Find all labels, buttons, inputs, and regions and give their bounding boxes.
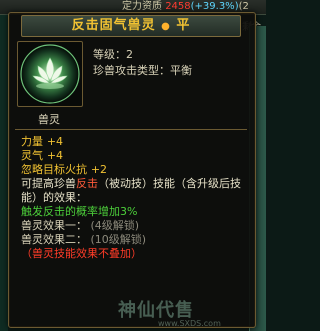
spirit-effect-2: 兽灵效果二： (10级解锁): [21, 233, 249, 247]
stat-bonus: (+39.3%): [190, 1, 239, 12]
effect2-label: 兽灵效果二：: [21, 233, 87, 246]
trigger-effect: 触发反击的概率增加3%: [21, 205, 138, 218]
level-text: 等级：2: [93, 48, 133, 61]
effect1-label: 兽灵效果一：: [21, 219, 87, 232]
pet-spirit-tooltip: 反击固气兽灵 ● 平 等级：2 珍兽攻击类型：平衡 兽灵 力量 +4 灵气 +4…: [8, 12, 256, 328]
stat-label: 定力资质: [122, 1, 162, 12]
stat-strength-label: 力量: [21, 135, 43, 148]
pet-info: 等级：2 珍兽攻击类型：平衡: [93, 47, 243, 79]
divider: [15, 129, 247, 130]
stat-spirit-value: +4: [46, 149, 64, 162]
skill-description: 可提高珍兽反击（被动技）技能（含升级后技能）的效果：: [21, 177, 249, 205]
stat-strength: 力量 +4: [21, 135, 249, 149]
effect2-lock: (10级解锁): [90, 233, 147, 246]
title-dot-icon: ●: [161, 21, 171, 32]
lotus-orb-icon: [17, 41, 83, 107]
title-text: 反击固气兽灵: [71, 18, 156, 33]
stat-spirit: 灵气 +4: [21, 149, 249, 163]
background-panel-left: [0, 14, 8, 331]
stat-ignore-fire-label: 忽略目标火抗: [21, 163, 87, 176]
attack-type-text: 珍兽攻击类型：平衡: [93, 64, 192, 77]
stat-suffix: (2: [238, 1, 249, 12]
stat-ignore-fire-resist: 忽略目标火抗 +2: [21, 163, 249, 177]
tooltip-title: 反击固气兽灵 ● 平: [21, 15, 241, 37]
stat-ignore-fire-value: +2: [90, 163, 108, 176]
desc-prefix: 可提高珍兽: [21, 177, 76, 190]
section-label: 兽灵: [38, 113, 60, 126]
stat-value: 2458: [165, 1, 191, 12]
non-stacking-note: （兽灵技能效果不叠加）: [21, 247, 142, 260]
title-suffix: 平: [176, 18, 191, 33]
stats-block: 力量 +4 灵气 +4 忽略目标火抗 +2 可提高珍兽反击（被动技）技能（含升级…: [21, 135, 249, 261]
watermark-url: www.SXDS.com: [158, 319, 221, 328]
stat-strength-value: +4: [46, 135, 64, 148]
effect1-lock: (4级解锁): [90, 219, 140, 232]
desc-highlight: 反击: [76, 177, 98, 190]
spirit-effect-1: 兽灵效果一： (4级解锁): [21, 219, 249, 233]
stat-spirit-label: 灵气: [21, 149, 43, 162]
